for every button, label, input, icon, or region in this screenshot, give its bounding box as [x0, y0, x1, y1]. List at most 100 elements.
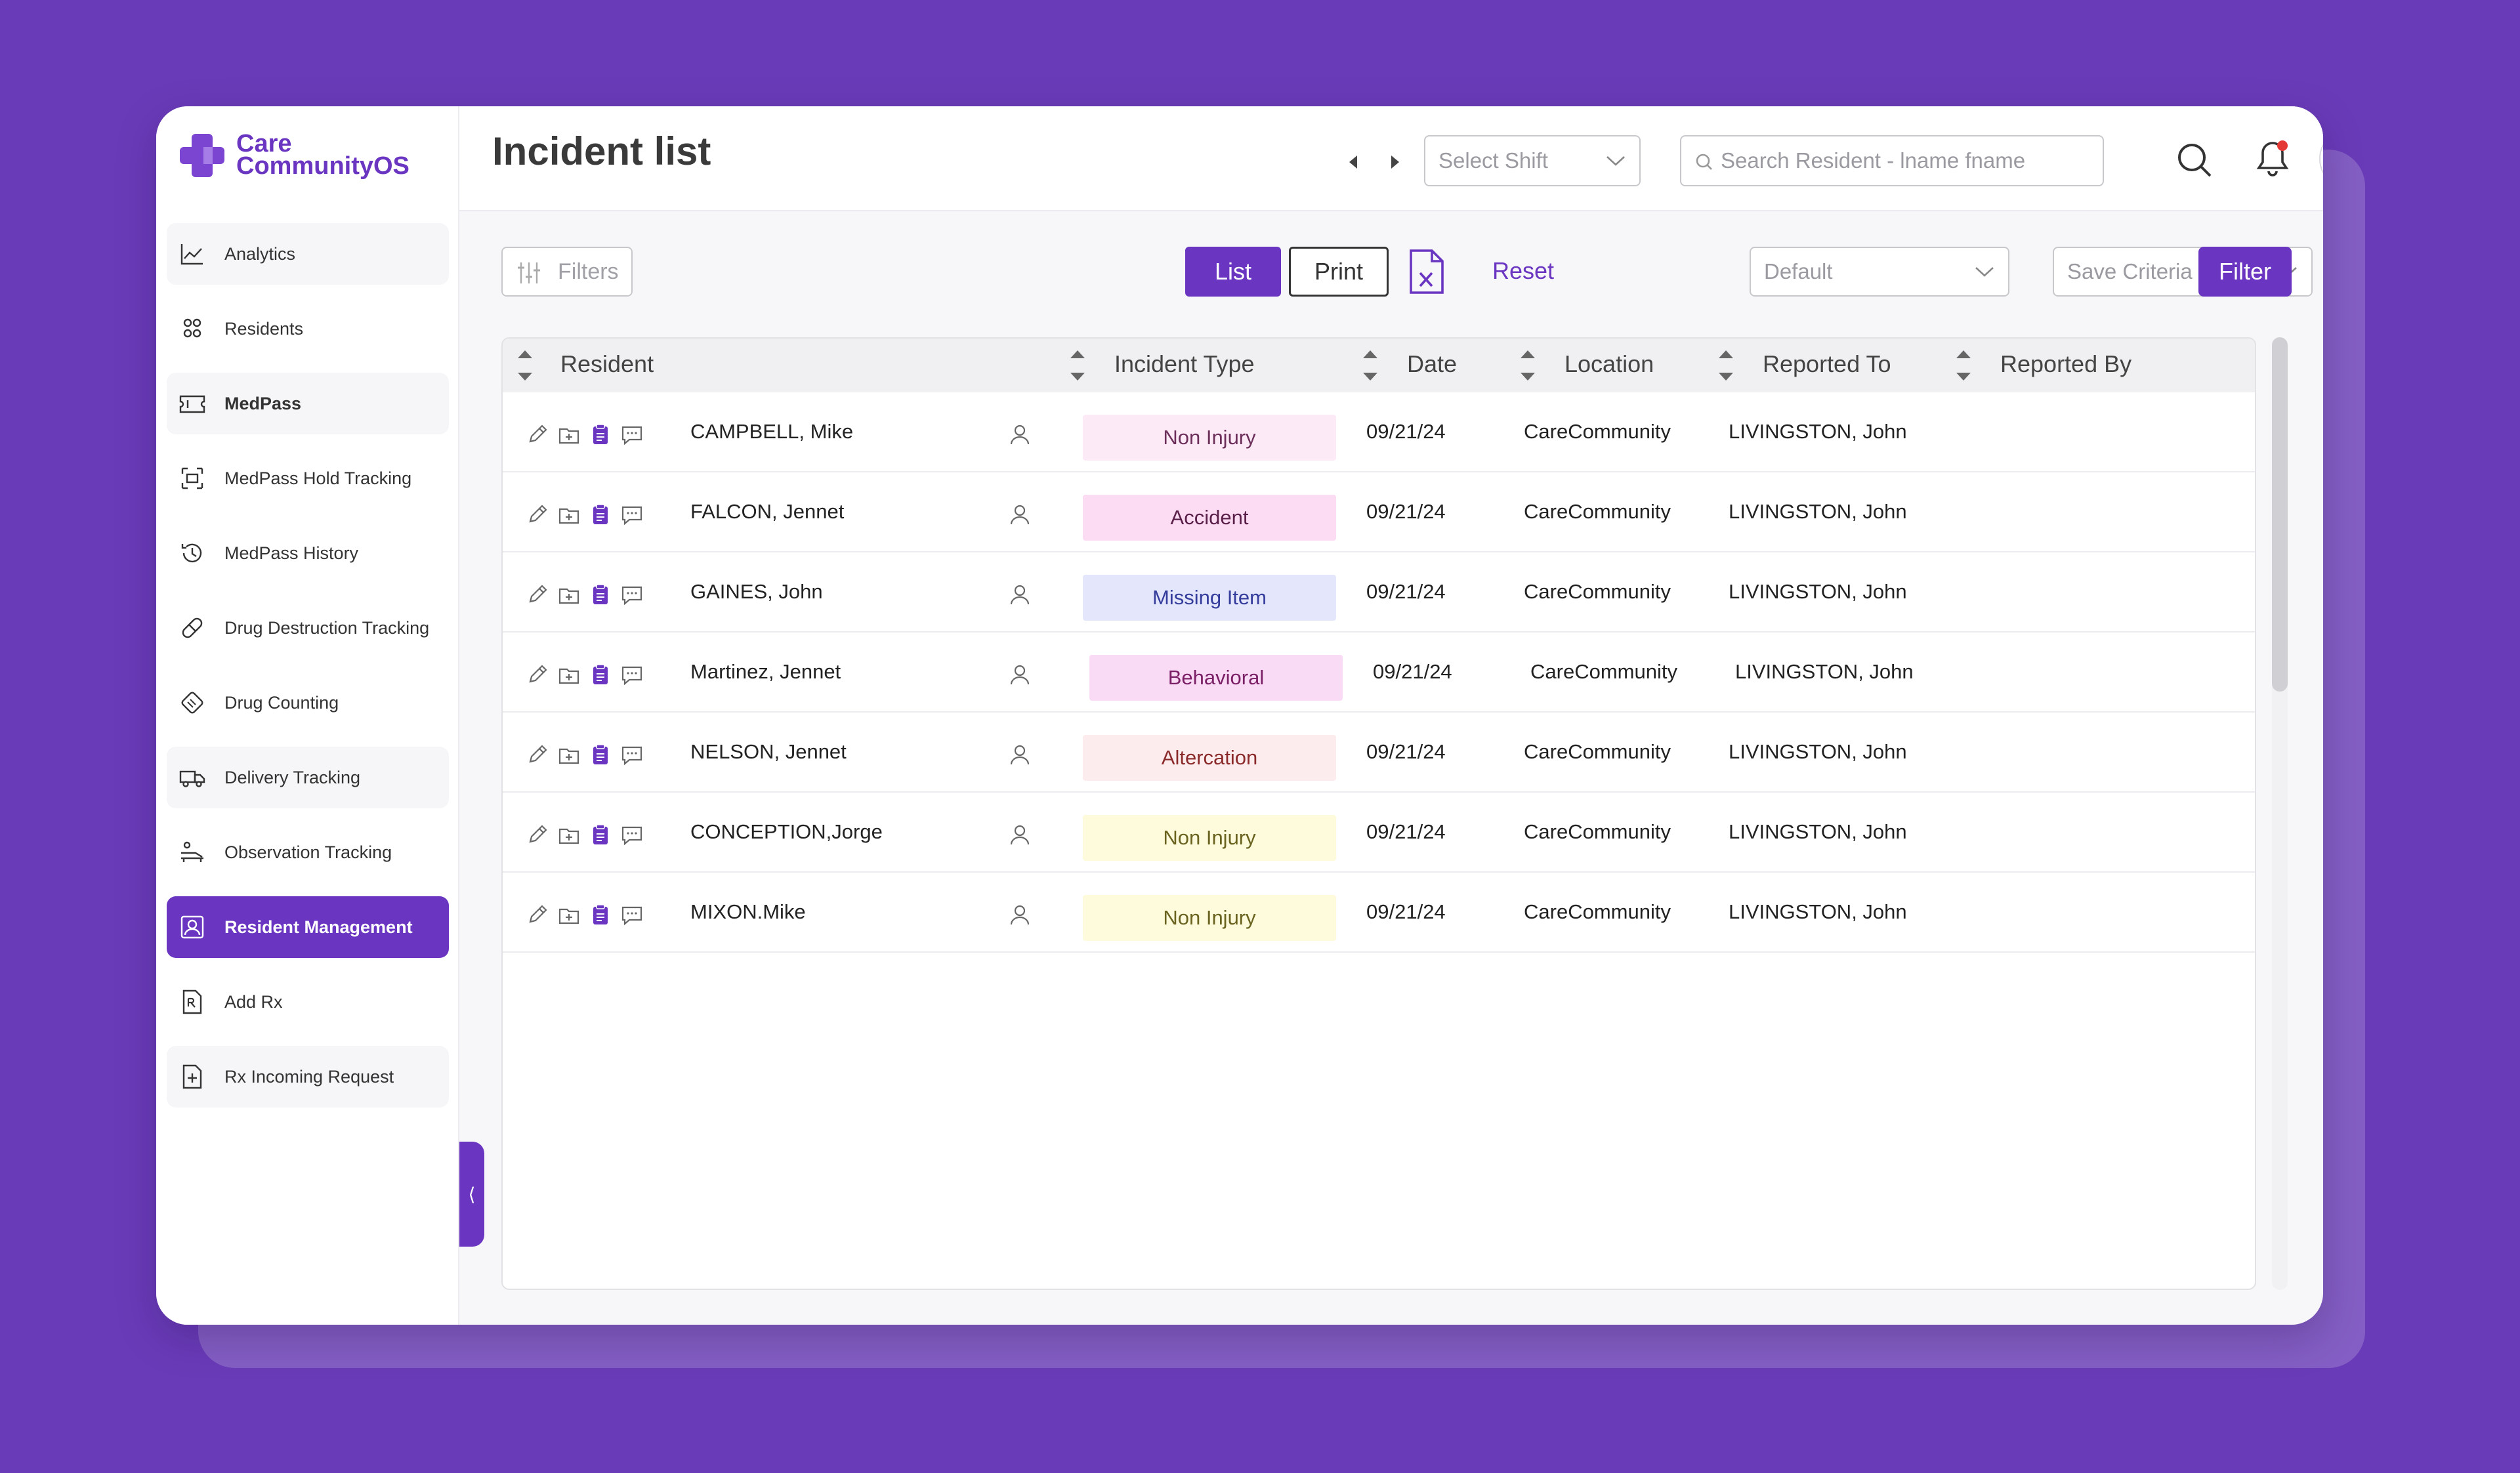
list-view-button[interactable]: List [1185, 247, 1281, 297]
comment-icon[interactable] [621, 423, 643, 446]
sidebar-item-add-rx[interactable]: Add Rx [167, 971, 449, 1033]
sidebar-item-medpass-hold-tracking[interactable]: MedPass Hold Tracking [167, 447, 449, 509]
sidebar-item-observation-tracking[interactable]: Observation Tracking [167, 821, 449, 883]
filter-button[interactable]: Filter [2198, 247, 2292, 297]
print-button[interactable]: Print [1289, 247, 1389, 297]
sidebar-item-medpass[interactable]: MedPass [167, 373, 449, 434]
resident-name-cell[interactable]: MIXON.Mike [690, 873, 806, 951]
folder-plus-icon[interactable] [558, 823, 580, 846]
folder-plus-icon[interactable] [558, 903, 580, 926]
user-profile-icon[interactable] [1007, 902, 1033, 928]
clipboard-icon[interactable] [589, 583, 612, 606]
location-cell: CareCommunity [1524, 820, 1671, 843]
edit-pencil-icon[interactable] [526, 503, 549, 526]
table-row[interactable]: Martinez, Jennet Behavioral 09/21/24 CareCo… [503, 633, 2255, 713]
column-header-reported-to[interactable]: Reported To [1763, 350, 1891, 378]
shift-select[interactable]: Select Shift [1424, 135, 1641, 186]
folder-plus-icon[interactable] [558, 743, 580, 766]
clipboard-icon[interactable] [589, 903, 612, 926]
sort-icon[interactable] [514, 345, 536, 386]
avatar[interactable] [2320, 129, 2323, 189]
sort-icon[interactable] [1715, 345, 1736, 386]
table-row[interactable]: GAINES, John Missing Item 09/21/24 CareComm… [503, 552, 2255, 633]
table-scrollbar[interactable] [2272, 337, 2288, 1290]
search-icon[interactable] [2174, 139, 2216, 181]
scrollbar-thumb[interactable] [2272, 337, 2288, 692]
sidebar-item-residents[interactable]: Residents [167, 298, 449, 360]
clipboard-icon[interactable] [589, 503, 612, 526]
column-header-resident[interactable]: Resident [560, 350, 654, 378]
table-row[interactable]: MIXON.Mike Non Injury 09/21/24 CareCommunit… [503, 873, 2255, 953]
user-profile-icon[interactable] [1007, 421, 1033, 447]
folder-plus-icon[interactable] [558, 503, 580, 526]
column-header-incident-type[interactable]: Incident Type [1114, 350, 1255, 378]
export-excel-icon[interactable] [1407, 248, 1446, 295]
sidebar-item-label: Residents [224, 319, 304, 339]
table-row[interactable]: NELSON, Jennet Altercation 09/21/24 CareCom… [503, 713, 2255, 793]
sidebar-item-resident-management[interactable]: Resident Management [167, 896, 449, 958]
location-cell: CareCommunity [1524, 580, 1671, 603]
comment-icon[interactable] [621, 583, 643, 606]
filters-button[interactable]: Filters [501, 247, 633, 297]
clipboard-icon[interactable] [589, 663, 612, 686]
reported-to-cell: LIVINGSTON, John [1735, 660, 1914, 683]
reset-link[interactable]: Reset [1492, 257, 1554, 285]
default-criteria-select[interactable]: Default [1750, 247, 2009, 297]
next-shift-icon[interactable] [1386, 152, 1403, 172]
sidebar-item-medpass-history[interactable]: MedPass History [167, 522, 449, 584]
folder-plus-icon[interactable] [558, 423, 580, 446]
sidebar-item-rx-incoming-request[interactable]: Rx Incoming Request [167, 1046, 449, 1108]
location-cell: CareCommunity [1524, 900, 1671, 923]
previous-shift-icon[interactable] [1345, 152, 1362, 172]
edit-pencil-icon[interactable] [526, 823, 549, 846]
user-profile-icon[interactable] [1007, 501, 1033, 528]
sidebar-item-drug-counting[interactable]: Drug Counting [167, 672, 449, 734]
edit-pencil-icon[interactable] [526, 743, 549, 766]
sidebar-item-delivery-tracking[interactable]: Delivery Tracking [167, 747, 449, 808]
resident-name-cell[interactable]: CONCEPTION,Jorge [690, 793, 883, 871]
clipboard-icon[interactable] [589, 823, 612, 846]
date-cell: 09/21/24 [1366, 420, 1446, 443]
notification-bell-icon[interactable] [2250, 136, 2296, 182]
user-profile-icon[interactable] [1007, 581, 1033, 608]
sort-icon[interactable] [1360, 345, 1381, 386]
sidebar-item-drug-destruction-tracking[interactable]: Drug Destruction Tracking [167, 597, 449, 659]
comment-icon[interactable] [621, 743, 643, 766]
sort-icon[interactable] [1953, 345, 1974, 386]
comment-icon[interactable] [621, 503, 643, 526]
user-profile-icon[interactable] [1007, 821, 1033, 848]
edit-pencil-icon[interactable] [526, 583, 549, 606]
sidebar-item-analytics[interactable]: Analytics [167, 223, 449, 285]
clipboard-icon[interactable] [589, 423, 612, 446]
comment-icon[interactable] [621, 903, 643, 926]
table-row[interactable]: FALCON, Jennet Accident 09/21/24 CareCommun… [503, 472, 2255, 552]
comment-icon[interactable] [621, 663, 643, 686]
brand-logo[interactable]: Care CommunityOS [180, 131, 410, 178]
table-row[interactable]: CAMPBELL, Mike Non Injury 09/21/24 CareComm… [503, 392, 2255, 472]
column-header-location[interactable]: Location [1564, 350, 1654, 378]
sidebar-collapse-toggle[interactable]: ⟨ [459, 1142, 484, 1247]
folder-plus-icon[interactable] [558, 583, 580, 606]
user-profile-icon[interactable] [1007, 661, 1033, 688]
clipboard-icon[interactable] [589, 743, 612, 766]
sort-icon[interactable] [1067, 345, 1088, 386]
resident-name-cell[interactable]: FALCON, Jennet [690, 472, 844, 551]
reported-to-cell: LIVINGSTON, John [1729, 900, 1907, 923]
resident-name-cell[interactable]: NELSON, Jennet [690, 713, 847, 791]
resident-name-cell[interactable]: GAINES, John [690, 552, 823, 631]
edit-pencil-icon[interactable] [526, 903, 549, 926]
rx-file-icon [182, 989, 202, 1014]
column-header-date[interactable]: Date [1407, 350, 1457, 378]
search-resident-input[interactable]: Search Resident - lname fname [1680, 135, 2104, 186]
sort-icon[interactable] [1517, 345, 1538, 386]
user-profile-icon[interactable] [1007, 741, 1033, 768]
resident-name-cell[interactable]: CAMPBELL, Mike [690, 392, 853, 471]
edit-pencil-icon[interactable] [526, 423, 549, 446]
column-header-reported-by[interactable]: Reported By [2000, 350, 2132, 378]
tablet-icon [181, 692, 203, 714]
resident-name-cell[interactable]: Martinez, Jennet [690, 633, 841, 711]
folder-plus-icon[interactable] [558, 663, 580, 686]
table-row[interactable]: CONCEPTION,Jorge Non Injury 09/21/24 CareCo… [503, 793, 2255, 873]
edit-pencil-icon[interactable] [526, 663, 549, 686]
comment-icon[interactable] [621, 823, 643, 846]
